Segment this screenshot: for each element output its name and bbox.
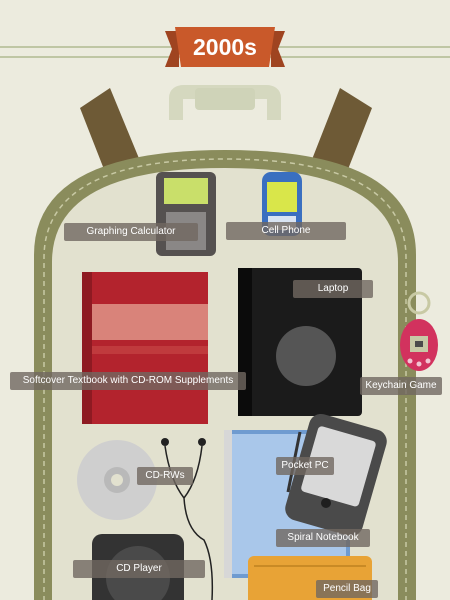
label-textbook: Softcover Textbook with CD-ROM Supplemen…	[10, 372, 246, 390]
label-pocket-pc: Pocket PC	[276, 457, 334, 475]
label-laptop: Laptop	[293, 280, 373, 298]
label-cd-player: CD Player	[73, 560, 205, 578]
label-cell-phone: Cell Phone	[226, 222, 346, 240]
calculator-icon	[156, 172, 216, 256]
page-title: 2000s	[193, 34, 257, 60]
infographic-stage: 2000s Graphing Calculator Cell Phone Lap…	[0, 0, 450, 600]
label-pencil-bag: Pencil Bag	[316, 580, 378, 598]
book-icon	[82, 272, 208, 424]
label-spiral-notebook: Spiral Notebook	[276, 529, 370, 547]
label-cd-rws: CD-RWs	[137, 467, 193, 485]
handle-grip	[195, 88, 255, 110]
label-graphing-calculator: Graphing Calculator	[64, 223, 198, 241]
backpack-illustration	[34, 85, 438, 600]
label-keychain-game: Keychain Game	[360, 377, 442, 395]
